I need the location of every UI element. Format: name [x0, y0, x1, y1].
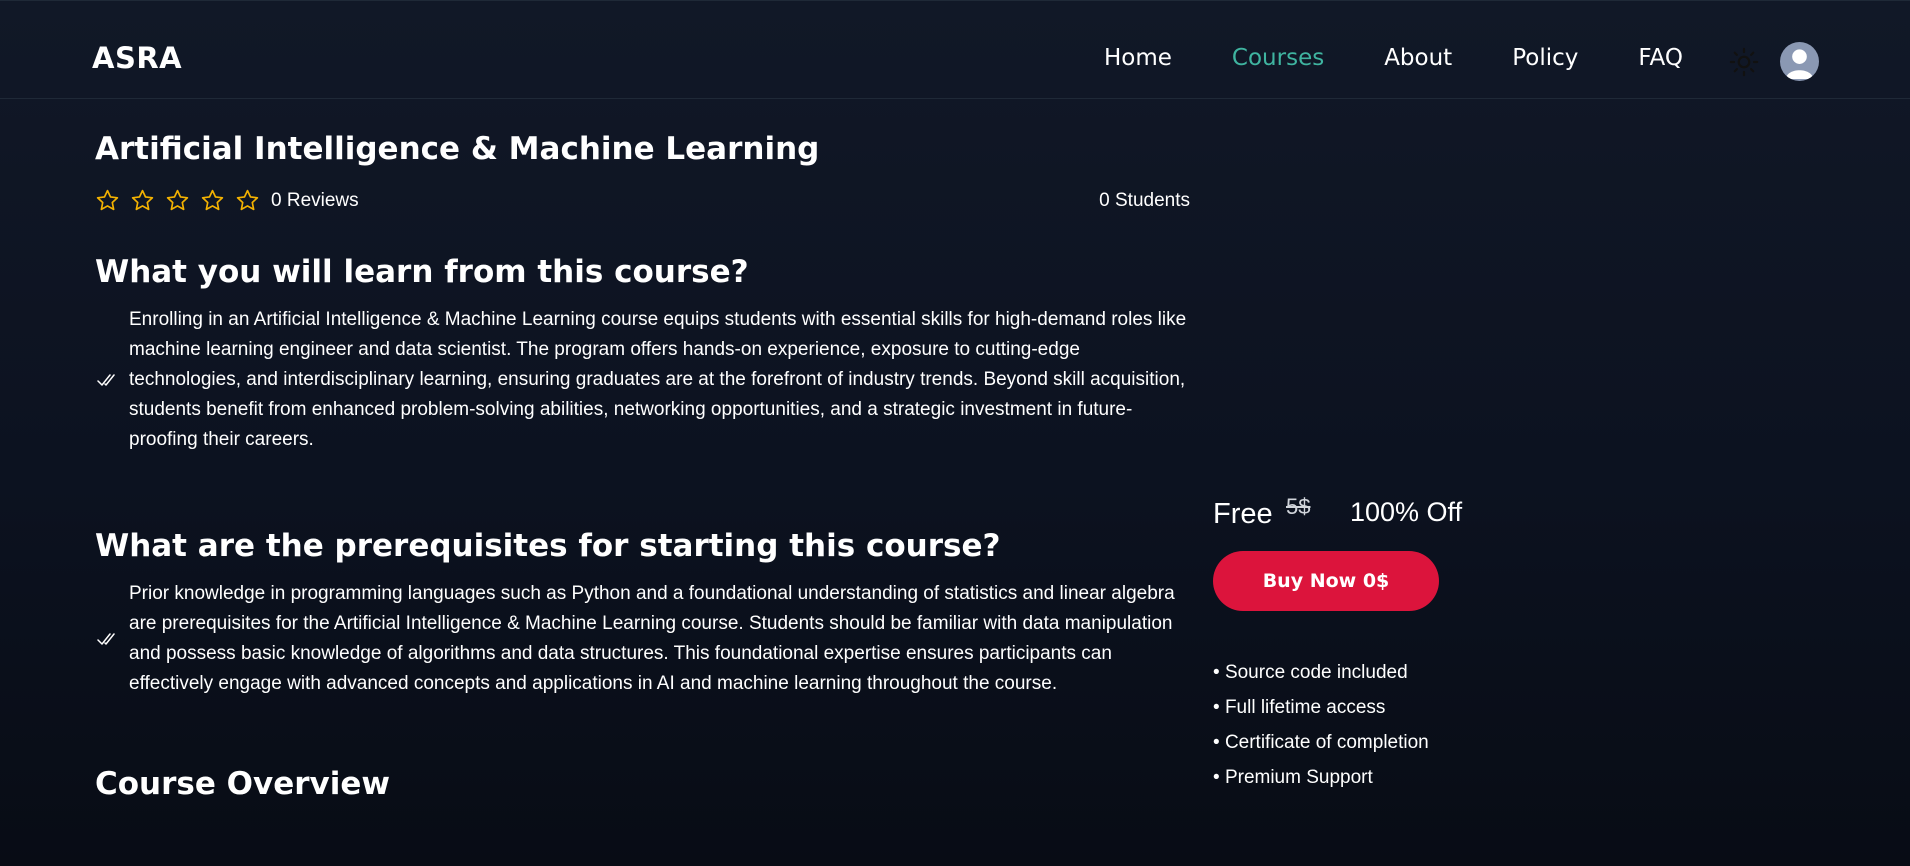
prereq-text: Prior knowledge in programming languages…: [129, 583, 1175, 694]
rating-row: 0 Reviews 0 Students: [95, 186, 1190, 218]
learn-heading: What you will learn from this course?: [95, 254, 749, 290]
nav-about-link[interactable]: About: [1384, 45, 1452, 71]
original-price: 5$: [1286, 494, 1311, 519]
reviews-count: 0 Reviews: [271, 190, 359, 211]
star-rating: [95, 188, 270, 213]
nav-policy-link[interactable]: Policy: [1512, 45, 1578, 71]
overview-heading: Course Overview: [95, 766, 391, 802]
buy-now-button[interactable]: Buy Now 0$: [1213, 551, 1439, 611]
user-avatar-icon[interactable]: [1780, 42, 1819, 81]
nav-links: Home Courses About Policy FAQ: [1104, 45, 1743, 71]
feature-item: Premium Support: [1213, 760, 1429, 795]
prereq-block: Prior knowledge in programming languages…: [95, 579, 1190, 699]
feature-list: Source code included Full lifetime acces…: [1213, 655, 1429, 795]
learn-block: Enrolling in an Artificial Intelligence …: [95, 305, 1190, 455]
course-main: Artificial Intelligence & Machine Learni…: [95, 128, 1190, 805]
prereq-heading: What are the prerequisites for starting …: [95, 528, 1001, 564]
nav-faq-link[interactable]: FAQ: [1638, 45, 1683, 71]
feature-item: Source code included: [1213, 655, 1429, 690]
discount-label: 100% Off: [1350, 497, 1463, 527]
star-icon: [201, 189, 224, 211]
nav-courses-link[interactable]: Courses: [1232, 45, 1324, 71]
star-icon: [96, 189, 119, 211]
current-price: Free: [1213, 498, 1273, 530]
double-check-icon: [97, 633, 115, 645]
sun-icon[interactable]: [1729, 47, 1759, 77]
star-icon: [236, 189, 259, 211]
pricing-card: Free 5$ 100% Off Buy Now 0$ Source code …: [1213, 490, 1533, 788]
star-icon: [166, 189, 189, 211]
price-row: Free 5$ 100% Off: [1213, 490, 1533, 534]
nav-home-link[interactable]: Home: [1104, 45, 1172, 71]
double-check-icon: [97, 374, 115, 386]
students-count: 0 Students: [1099, 190, 1190, 211]
brand-logo[interactable]: ASRA: [92, 41, 182, 75]
navbar: ASRA Home Courses About Policy FAQ: [0, 0, 1910, 99]
feature-item: Full lifetime access: [1213, 690, 1429, 725]
learn-text: Enrolling in an Artificial Intelligence …: [129, 309, 1187, 450]
course-title: Artificial Intelligence & Machine Learni…: [95, 131, 820, 167]
feature-item: Certificate of completion: [1213, 725, 1429, 760]
star-icon: [131, 189, 154, 211]
